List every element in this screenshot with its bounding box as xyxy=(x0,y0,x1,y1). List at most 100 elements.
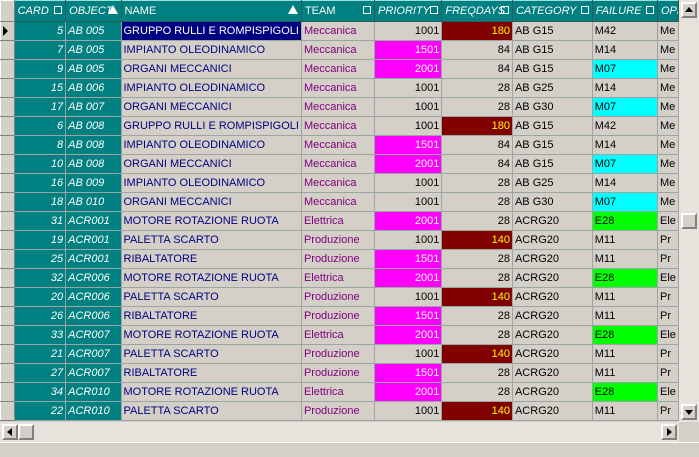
oper-cell[interactable]: Pr xyxy=(657,230,679,250)
name-cell[interactable]: IMPIANTO OLEODINAMICO xyxy=(120,135,302,155)
priority-cell[interactable]: 2001 xyxy=(374,211,443,231)
oper-cell[interactable]: Me xyxy=(657,192,679,212)
name-cell[interactable]: GRUPPO RULLI E ROMPISPIGOLI xyxy=(120,21,302,41)
card-cell[interactable]: 21 xyxy=(13,344,67,364)
card-cell[interactable]: 6 xyxy=(13,116,67,136)
object-cell[interactable]: AB 010 xyxy=(65,192,122,212)
card-cell[interactable]: 16 xyxy=(13,173,67,193)
object-cell[interactable]: AB 005 xyxy=(65,40,122,60)
oper-cell[interactable]: Pr xyxy=(657,363,679,383)
freqdays-cell[interactable]: 180 xyxy=(441,21,513,41)
oper-cell[interactable]: Pr xyxy=(657,344,679,364)
failure-cell[interactable]: M07 xyxy=(591,154,659,174)
table-row[interactable]: 34 ACR010 MOTORE ROTAZIONE RUOTA Elettrica 2… xyxy=(0,382,679,402)
team-cell[interactable]: Meccanica xyxy=(300,21,376,41)
team-cell[interactable]: Meccanica xyxy=(300,40,376,60)
freqdays-cell[interactable]: 28 xyxy=(441,78,513,98)
scroll-up-button[interactable] xyxy=(681,2,697,18)
oper-cell[interactable]: Ele xyxy=(657,325,679,345)
scroll-down-button[interactable] xyxy=(681,404,697,420)
team-cell[interactable]: Produzione xyxy=(300,344,376,364)
table-row[interactable]: 32 ACR006 MOTORE ROTAZIONE RUOTA Elettrica 2… xyxy=(0,268,679,288)
priority-cell[interactable]: 2001 xyxy=(374,325,443,345)
freqdays-cell[interactable]: 84 xyxy=(441,40,513,60)
priority-cell[interactable]: 1001 xyxy=(374,287,443,307)
object-cell[interactable]: AB 008 xyxy=(65,116,122,136)
freqdays-cell[interactable]: 140 xyxy=(441,401,513,421)
priority-cell[interactable]: 1501 xyxy=(374,40,443,60)
failure-cell[interactable]: M11 xyxy=(591,306,659,326)
name-cell[interactable]: RIBALTATORE xyxy=(120,306,302,326)
priority-cell[interactable]: 2001 xyxy=(374,59,443,79)
table-row[interactable]: 9 AB 005 ORGANI MECCANICI Meccanica 2001 84 AB… xyxy=(0,59,679,79)
row-indicator[interactable] xyxy=(0,287,15,307)
priority-cell[interactable]: 1001 xyxy=(374,97,443,117)
failure-cell[interactable]: M11 xyxy=(591,230,659,250)
category-cell[interactable]: ACRG20 xyxy=(511,344,593,364)
table-row[interactable]: 22 ACR010 PALETTA SCARTO Produzione 1001 140 A… xyxy=(0,401,679,421)
card-cell[interactable]: 9 xyxy=(13,59,67,79)
failure-cell[interactable]: M14 xyxy=(591,173,659,193)
category-cell[interactable]: AB G30 xyxy=(511,192,593,212)
team-cell[interactable]: Produzione xyxy=(300,306,376,326)
object-cell[interactable]: AB 008 xyxy=(65,154,122,174)
priority-cell[interactable]: 1001 xyxy=(374,344,443,364)
object-cell[interactable]: ACR007 xyxy=(65,363,122,383)
sort-box-icon[interactable] xyxy=(430,6,439,14)
card-cell[interactable]: 15 xyxy=(13,78,67,98)
sort-box-icon[interactable] xyxy=(54,6,63,14)
row-indicator[interactable] xyxy=(0,40,15,60)
failure-cell[interactable]: M14 xyxy=(591,135,659,155)
table-row[interactable]: 6 AB 008 GRUPPO RULLI E ROMPISPIGOLI Meccan… xyxy=(0,116,679,136)
scroll-right-button[interactable] xyxy=(661,424,677,440)
failure-cell[interactable]: M11 xyxy=(591,344,659,364)
column-header-oper[interactable]: OPER xyxy=(657,0,679,22)
team-cell[interactable]: Elettrica xyxy=(300,382,376,402)
category-cell[interactable]: ACRG20 xyxy=(511,363,593,383)
name-cell[interactable]: ORGANI MECCANICI xyxy=(120,59,302,79)
column-header-category[interactable]: CATEGORY xyxy=(511,0,593,22)
object-cell[interactable]: AB 007 xyxy=(65,97,122,117)
freqdays-cell[interactable]: 28 xyxy=(441,211,513,231)
object-cell[interactable]: AB 009 xyxy=(65,173,122,193)
name-cell[interactable]: GRUPPO RULLI E ROMPISPIGOLI xyxy=(120,116,302,136)
freqdays-cell[interactable]: 28 xyxy=(441,173,513,193)
freqdays-cell[interactable]: 84 xyxy=(441,154,513,174)
team-cell[interactable]: Meccanica xyxy=(300,135,376,155)
category-cell[interactable]: ACRG20 xyxy=(511,306,593,326)
team-cell[interactable]: Produzione xyxy=(300,287,376,307)
oper-cell[interactable]: Me xyxy=(657,78,679,98)
oper-cell[interactable]: Pr xyxy=(657,249,679,269)
column-header-priority[interactable]: PRIORITY xyxy=(374,0,443,22)
card-cell[interactable]: 22 xyxy=(13,401,67,421)
column-header-failure[interactable]: FAILURE xyxy=(591,0,659,22)
failure-cell[interactable]: M11 xyxy=(591,363,659,383)
table-row[interactable]: 17 AB 007 ORGANI MECCANICI Meccanica 1001 28 A… xyxy=(0,97,679,117)
team-cell[interactable]: Produzione xyxy=(300,401,376,421)
failure-cell[interactable]: M07 xyxy=(591,97,659,117)
row-indicator[interactable] xyxy=(0,268,15,288)
object-cell[interactable]: ACR001 xyxy=(65,211,122,231)
team-cell[interactable]: Meccanica xyxy=(300,154,376,174)
object-cell[interactable]: ACR006 xyxy=(65,306,122,326)
column-header-freqdays[interactable]: FREQDAYS xyxy=(441,0,513,22)
failure-cell[interactable]: E28 xyxy=(591,268,659,288)
priority-cell[interactable]: 2001 xyxy=(374,154,443,174)
current-row-indicator[interactable] xyxy=(0,21,15,41)
table-row[interactable]: 20 ACR006 PALETTA SCARTO Produzione 1001 140 A… xyxy=(0,287,679,307)
priority-cell[interactable]: 1001 xyxy=(374,230,443,250)
category-cell[interactable]: ACRG20 xyxy=(511,382,593,402)
object-cell[interactable]: ACR007 xyxy=(65,325,122,345)
name-cell[interactable]: ORGANI MECCANICI xyxy=(120,97,302,117)
object-cell[interactable]: AB 005 xyxy=(65,59,122,79)
column-header-team[interactable]: TEAM xyxy=(300,0,376,22)
category-cell[interactable]: AB G25 xyxy=(511,173,593,193)
failure-cell[interactable]: M42 xyxy=(591,21,659,41)
row-indicator[interactable] xyxy=(0,78,15,98)
object-cell[interactable]: AB 008 xyxy=(65,135,122,155)
row-indicator[interactable] xyxy=(0,173,15,193)
team-cell[interactable]: Meccanica xyxy=(300,97,376,117)
priority-cell[interactable]: 1501 xyxy=(374,306,443,326)
freqdays-cell[interactable]: 28 xyxy=(441,97,513,117)
vertical-scrollbar[interactable] xyxy=(679,0,699,422)
